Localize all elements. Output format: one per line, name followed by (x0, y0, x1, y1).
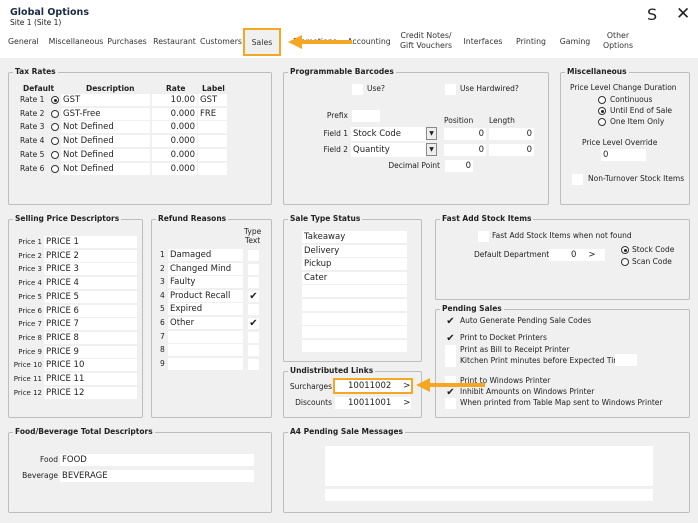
annotation-arrows (288, 35, 485, 392)
arrow-icon (288, 35, 352, 49)
arrow-icon (416, 378, 485, 392)
